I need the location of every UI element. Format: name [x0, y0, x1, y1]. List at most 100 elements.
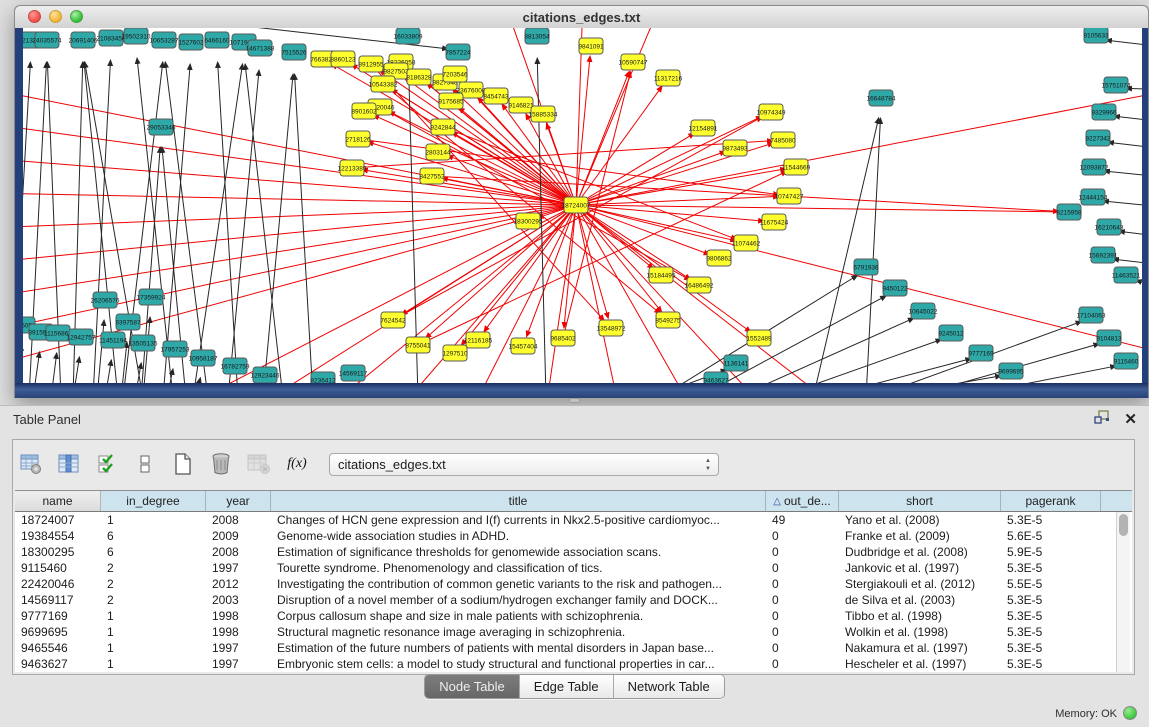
table-row[interactable]: 977716911998Corpus callosum shape and si…	[15, 608, 1132, 624]
graph-node[interactable]: 9242844	[430, 119, 456, 135]
graph-node[interactable]: 7857224	[445, 44, 471, 60]
graph-node[interactable]: 16033809	[394, 28, 423, 44]
table-cell[interactable]: 2008	[206, 545, 271, 559]
graph-node[interactable]: 9841091	[578, 38, 604, 54]
graph-node[interactable]: 12154891	[689, 120, 718, 136]
graph-node[interactable]: 14671388	[246, 40, 275, 56]
table-row[interactable]: 969969511998Structural magnetic resonanc…	[15, 624, 1132, 640]
graph-node[interactable]: 9397587	[115, 314, 141, 330]
column-header-pagerank[interactable]: pagerank	[1001, 491, 1101, 511]
table-cell[interactable]: 1	[101, 641, 206, 655]
graph-node[interactable]: 19502310	[122, 28, 151, 44]
graph-node[interactable]: 1136141	[724, 355, 749, 371]
graph-node[interactable]: 9104813	[1096, 330, 1122, 346]
graph-node[interactable]: 15692391	[1089, 247, 1118, 263]
graph-node[interactable]: 9777169	[968, 345, 994, 361]
graph-node[interactable]: 8755041	[405, 337, 431, 353]
graph-node[interactable]: 7515526	[281, 44, 307, 60]
graph-node[interactable]: 6791936	[853, 259, 879, 275]
table-cell[interactable]: 1998	[206, 625, 271, 639]
graph-node[interactable]: 17104063	[1077, 307, 1106, 323]
table-cell[interactable]: 0	[766, 561, 839, 575]
graph-node[interactable]: 6466160	[204, 32, 230, 48]
table-cell[interactable]: Dudbridge et al. (2008)	[839, 545, 1001, 559]
table-cell[interactable]: 9115460	[15, 561, 101, 575]
table-cell[interactable]: 5.3E-5	[1001, 561, 1101, 575]
graph-node[interactable]: 16210643	[1095, 219, 1124, 235]
table-cell[interactable]: 5.9E-5	[1001, 545, 1101, 559]
table-cell[interactable]: 2008	[206, 513, 271, 527]
graph-node[interactable]: 10747427	[775, 188, 804, 204]
graph-node[interactable]: 8549275	[655, 312, 681, 328]
graph-node[interactable]: 9175685	[438, 93, 464, 109]
graph-node[interactable]: 17957253	[161, 341, 190, 357]
scrollbar-thumb[interactable]	[1119, 514, 1128, 536]
table-cell[interactable]: 2009	[206, 529, 271, 543]
graph-node[interactable]: 11544669	[782, 159, 811, 175]
graph-node[interactable]: 9806862	[706, 250, 732, 266]
graph-node[interactable]: 20691406	[69, 32, 98, 48]
table-cell[interactable]: 0	[766, 641, 839, 655]
network-canvas[interactable]: 7663822886012389129551822605898275038186…	[23, 28, 1142, 383]
float-panel-icon[interactable]	[1094, 410, 1110, 430]
tab-edge-table[interactable]: Edge Table	[520, 675, 614, 698]
graph-node[interactable]: 16782759	[221, 358, 250, 374]
graph-node[interactable]: 10653287	[150, 32, 179, 48]
graph-node[interactable]: 10590747	[619, 54, 648, 70]
citation-network-graph[interactable]: 7663822886012389129551822605898275038186…	[23, 28, 1142, 383]
row-select-icon[interactable]	[95, 451, 119, 477]
graph-node[interactable]: 8454743	[483, 88, 509, 104]
table-cell[interactable]: Tibbo et al. (1998)	[839, 609, 1001, 623]
graph-node[interactable]: 2803144	[425, 144, 451, 160]
table-row[interactable]: 1938455462009Genome-wide association stu…	[15, 528, 1132, 544]
table-cell[interactable]: 0	[766, 593, 839, 607]
graph-node[interactable]: 7203546	[442, 66, 468, 82]
table-cell[interactable]: Estimation of significance thresholds fo…	[271, 545, 766, 559]
table-cell[interactable]: 22420046	[15, 577, 101, 591]
graph-node[interactable]: 12093872	[1080, 159, 1109, 175]
graph-node[interactable]: 8901602	[351, 103, 377, 119]
table-cell[interactable]: Changes of HCN gene expression and I(f) …	[271, 513, 766, 527]
graph-node[interactable]: 16648784	[867, 90, 896, 106]
table-cell[interactable]: 18724007	[15, 513, 101, 527]
column-header-name[interactable]: name	[15, 491, 101, 511]
graph-node[interactable]: 13505135	[129, 335, 158, 351]
table-cell[interactable]: Nakamura et al. (1997)	[839, 641, 1001, 655]
table-cell[interactable]: Investigating the contribution of common…	[271, 577, 766, 591]
graph-node[interactable]: 8912955	[358, 56, 384, 72]
pane-resize-handle[interactable]	[569, 398, 580, 403]
column-header-year[interactable]: year	[206, 491, 271, 511]
graph-node[interactable]: 9245012	[938, 325, 964, 341]
graph-node[interactable]: 11675424	[760, 214, 789, 230]
graph-node[interactable]: 15457404	[509, 338, 538, 354]
table-cell[interactable]: 0	[766, 657, 839, 671]
table-cell[interactable]: Franke et al. (2009)	[839, 529, 1001, 543]
table-row[interactable]: 911546021997Tourette syndrome. Phenomeno…	[15, 560, 1132, 576]
table-cell[interactable]: Hescheler et al. (1997)	[839, 657, 1001, 671]
zoom-window-button[interactable]	[70, 10, 83, 23]
graph-node[interactable]: 9699695	[998, 363, 1024, 379]
graph-node[interactable]: 17359924	[137, 289, 166, 305]
graph-node[interactable]: 9463627	[703, 372, 729, 383]
column-header-out_de[interactable]: △out_de...	[766, 491, 839, 511]
window-titlebar[interactable]: citations_edges.txt	[15, 6, 1148, 29]
table-cell[interactable]: 5.3E-5	[1001, 609, 1101, 623]
graph-node[interactable]: 14569117	[339, 365, 368, 381]
table-cell[interactable]: Genome-wide association studies in ADHD.	[271, 529, 766, 543]
table-cell[interactable]: Tourette syndrome. Phenomenology and cla…	[271, 561, 766, 575]
table-cell[interactable]: 0	[766, 609, 839, 623]
table-row[interactable]: 946362711997Embryonic stem cells: a mode…	[15, 656, 1132, 672]
table-cell[interactable]: Wolkin et al. (1998)	[839, 625, 1001, 639]
graph-node[interactable]: 10543382	[369, 76, 398, 92]
function-builder-icon[interactable]: f(x)	[285, 451, 309, 477]
graph-node[interactable]: 16486492	[685, 277, 714, 293]
table-cell[interactable]: 0	[766, 625, 839, 639]
table-cell[interactable]: 1997	[206, 561, 271, 575]
graph-node[interactable]: 29053346	[147, 119, 176, 135]
create-column-icon[interactable]	[171, 451, 195, 477]
minimize-window-button[interactable]	[49, 10, 62, 23]
table-cell[interactable]: Corpus callosum shape and size in male p…	[271, 609, 766, 623]
table-cell[interactable]: 6	[101, 529, 206, 543]
graph-node[interactable]: 10645022	[909, 303, 938, 319]
graph-node[interactable]: 9685402	[550, 330, 576, 346]
